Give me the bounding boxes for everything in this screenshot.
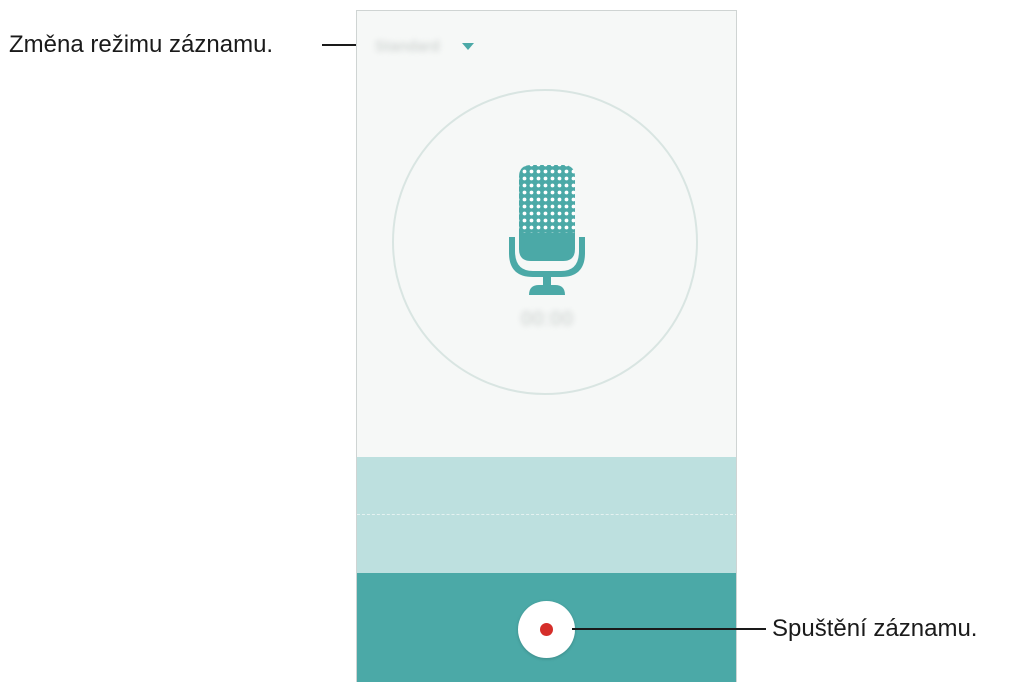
voice-recorder-screen: Standard 00:00	[356, 10, 737, 682]
chevron-down-icon[interactable]	[461, 42, 474, 50]
recording-mode-label: Standard	[375, 37, 440, 55]
waveform-area	[357, 457, 736, 573]
mode-callout-label: Změna režimu záznamu.	[9, 31, 274, 58]
record-button[interactable]	[518, 601, 575, 658]
record-icon	[540, 623, 553, 636]
manual-illustration: Změna režimu záznamu. Standard 00:00 Spu…	[0, 0, 1011, 682]
microphone-icon	[507, 161, 587, 296]
record-callout-line	[572, 628, 766, 630]
waveform-baseline	[357, 514, 736, 515]
recording-mode-dropdown[interactable]: Standard	[375, 35, 474, 57]
record-callout-label: Spuštění záznamu.	[772, 615, 978, 642]
recording-timer: 00:00	[521, 309, 574, 330]
